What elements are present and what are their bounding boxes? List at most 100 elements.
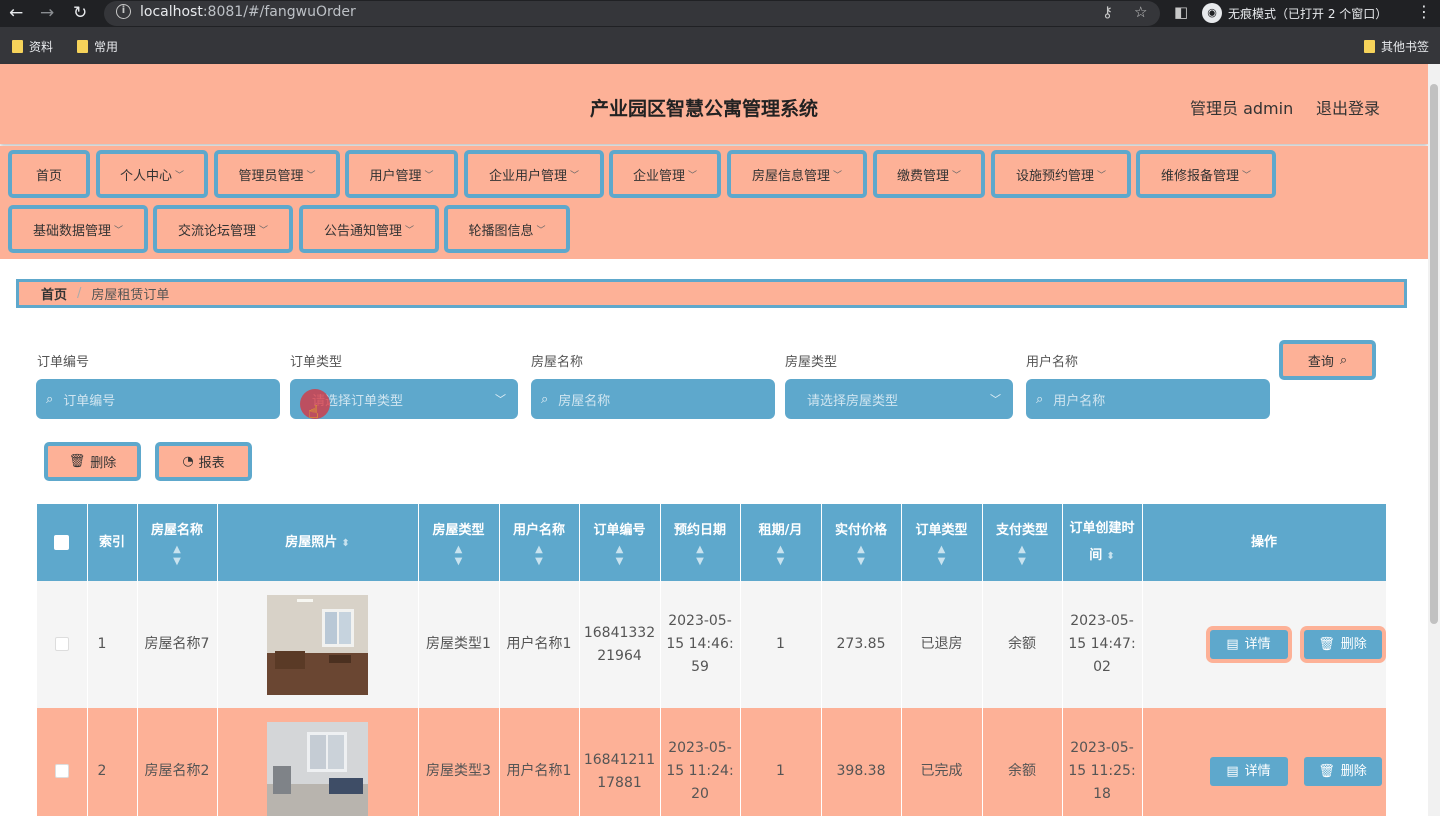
address-bar[interactable]: i localhost:8081/#/fangwuOrder ⚷ ☆ xyxy=(104,1,1160,26)
cell-price: 273.85 xyxy=(821,581,902,708)
scrollbar-thumb[interactable] xyxy=(1430,84,1438,624)
header-term[interactable]: 租期/月 ▲ ▼ xyxy=(740,504,822,581)
menu-item-enterprises[interactable]: 企业管理 ﹀ xyxy=(609,150,721,198)
select-all-cell xyxy=(37,504,88,581)
breadcrumb-home[interactable]: 首页 xyxy=(41,284,67,303)
header-user-name[interactable]: 用户名称 ▲ ▼ xyxy=(499,504,580,581)
house-photo[interactable] xyxy=(267,721,368,816)
query-button[interactable]: 查询 ⌕ xyxy=(1279,340,1376,380)
cell-house-name: 房屋名称2 xyxy=(137,708,218,816)
sort-icon[interactable]: ▲ ▼ xyxy=(425,544,493,568)
reload-icon[interactable]: ↻ xyxy=(73,3,87,23)
chevron-down-icon: ﹀ xyxy=(114,225,124,236)
sort-icon[interactable]: ▲ ▼ xyxy=(828,544,895,568)
header-order-type[interactable]: 订单类型 ▲ ▼ xyxy=(901,504,983,581)
chevron-down-icon: ﹀ xyxy=(833,170,843,181)
select-all-checkbox[interactable] xyxy=(54,535,70,550)
sort-icon[interactable]: ▲ ▼ xyxy=(586,544,654,568)
other-bookmarks[interactable]: 其他书签 xyxy=(1364,38,1429,55)
header-reserve-date[interactable]: 预约日期 ▲ ▼ xyxy=(660,504,741,581)
delete-label: 删除 xyxy=(90,456,117,471)
orders-table: 索引 房屋名称 ▲ ▼ 房屋照片 ⬍ 房屋类型 ▲ ▼ 用户名称 ▲ ▼ 订单编号 ▲ ▼ 预约日… xyxy=(37,504,1387,816)
row-checkbox[interactable] xyxy=(54,637,69,651)
menu-label: 缴费管理 xyxy=(896,168,949,184)
chevron-down-icon: ﹀ xyxy=(259,225,269,236)
menu-item-notices[interactable]: 公告通知管理 ﹀ xyxy=(299,205,439,253)
folder-icon xyxy=(1364,40,1375,53)
sidebar-icon[interactable]: ◧ xyxy=(1174,3,1188,21)
sort-icon[interactable]: ▲ ▼ xyxy=(144,544,211,568)
header-label: 订单类型 xyxy=(915,523,968,538)
house-type-select[interactable]: 请选择房屋类型 ﹀ xyxy=(785,379,1013,419)
logout-link[interactable]: 退出登录 xyxy=(1316,95,1380,119)
order-no-input[interactable]: ⌕ 订单编号 xyxy=(36,379,280,419)
menu-item-houses[interactable]: 房屋信息管理 ﹀ xyxy=(727,150,867,198)
header-photo[interactable]: 房屋照片 ⬍ xyxy=(217,504,419,581)
menu-item-forum[interactable]: 交流论坛管理 ﹀ xyxy=(153,205,293,253)
house-name-input[interactable]: ⌕ 房屋名称 xyxy=(531,379,775,419)
report-button[interactable]: ◔ 报表 xyxy=(155,442,252,481)
order-no-label: 订单编号 xyxy=(37,355,90,370)
sort-icon[interactable]: ⬍ xyxy=(341,538,349,549)
header-order-no[interactable]: 订单编号 ▲ ▼ xyxy=(579,504,661,581)
menu-item-base-data[interactable]: 基础数据管理 ﹀ xyxy=(8,205,148,253)
cell-pay-type: 余额 xyxy=(982,708,1063,816)
menu-item-profile[interactable]: 个人中心 ﹀ xyxy=(96,150,208,198)
house-name-placeholder: 房屋名称 xyxy=(558,393,611,409)
incognito-indicator[interactable]: ◉ 无痕模式（已打开 2 个窗口） xyxy=(1202,2,1387,24)
menu-item-admins[interactable]: 管理员管理 ﹀ xyxy=(214,150,340,198)
chevron-down-icon: ﹀ xyxy=(570,170,580,181)
menu-item-payments[interactable]: 缴费管理 ﹀ xyxy=(873,150,985,198)
user-name-label: 用户名称 xyxy=(1026,355,1079,370)
browser-menu-icon[interactable]: ⋮ xyxy=(1416,2,1432,21)
cell-house-type: 房屋类型1 xyxy=(418,581,500,708)
sort-icon[interactable]: ⬍ xyxy=(1106,551,1114,562)
sort-icon[interactable]: ▲ ▼ xyxy=(908,544,976,568)
bookmark-folder[interactable]: 资料 xyxy=(12,38,53,55)
row-checkbox[interactable] xyxy=(54,764,69,778)
header-pay-type[interactable]: 支付类型 ▲ ▼ xyxy=(982,504,1063,581)
menu-label: 企业用户管理 xyxy=(488,168,567,184)
header-house-name[interactable]: 房屋名称 ▲ ▼ xyxy=(137,504,218,581)
breadcrumb-current: 房屋租赁订单 xyxy=(91,288,170,303)
sort-icon[interactable]: ▲ ▼ xyxy=(506,544,573,568)
chevron-down-icon: ﹀ xyxy=(952,170,962,181)
chevron-down-icon: ﹀ xyxy=(536,225,546,236)
delete-label: 删除 xyxy=(1340,764,1367,779)
header-price[interactable]: 实付价格 ▲ ▼ xyxy=(821,504,902,581)
batch-delete-button[interactable]: 🗑 删除 xyxy=(44,442,141,481)
cell-ops: ▤ 详情 🗑 删除 xyxy=(1142,581,1387,708)
delete-button[interactable]: 🗑 删除 xyxy=(1303,757,1382,786)
header-ops: 操作 xyxy=(1142,504,1387,581)
menu-label: 首页 xyxy=(35,168,62,184)
header-house-type[interactable]: 房屋类型 ▲ ▼ xyxy=(418,504,500,581)
cell-house-type: 房屋类型3 xyxy=(418,708,500,816)
forward-icon[interactable]: → xyxy=(40,3,54,23)
bookmark-folder[interactable]: 常用 xyxy=(77,38,118,55)
search-icon: ⌕ xyxy=(1036,391,1044,407)
delete-button[interactable]: 🗑 删除 xyxy=(1303,630,1382,659)
menu-item-facility-booking[interactable]: 设施预约管理 ﹀ xyxy=(991,150,1131,198)
menu-item-users[interactable]: 用户管理 ﹀ xyxy=(345,150,458,198)
trash-icon: 🗑 xyxy=(1318,764,1335,779)
detail-label: 详情 xyxy=(1244,764,1271,779)
menu-item-repairs[interactable]: 维修报备管理 ﹀ xyxy=(1136,150,1276,198)
menu-item-carousel[interactable]: 轮播图信息 ﹀ xyxy=(444,205,570,253)
sort-icon[interactable]: ▲ ▼ xyxy=(989,544,1056,568)
user-name-input[interactable]: ⌕ 用户名称 xyxy=(1026,379,1270,419)
order-no-placeholder: 订单编号 xyxy=(63,393,116,409)
sort-icon[interactable]: ▲ ▼ xyxy=(747,544,815,568)
site-info-icon[interactable]: i xyxy=(116,4,131,19)
menu-item-enterprise-users[interactable]: 企业用户管理 ﹀ xyxy=(464,150,604,198)
house-photo[interactable] xyxy=(267,594,368,695)
cell-term: 1 xyxy=(740,581,822,708)
menu-item-home[interactable]: 首页 xyxy=(8,150,90,198)
star-icon[interactable]: ☆ xyxy=(1134,3,1147,21)
detail-button[interactable]: ▤ 详情 xyxy=(1209,757,1288,786)
back-icon[interactable]: ← xyxy=(9,3,23,23)
detail-button[interactable]: ▤ 详情 xyxy=(1209,630,1288,659)
page-scrollbar[interactable] xyxy=(1428,64,1440,816)
key-icon[interactable]: ⚷ xyxy=(1102,3,1113,21)
header-create-time[interactable]: 订单创建时间 ⬍ xyxy=(1062,504,1143,581)
sort-icon[interactable]: ▲ ▼ xyxy=(667,544,734,568)
